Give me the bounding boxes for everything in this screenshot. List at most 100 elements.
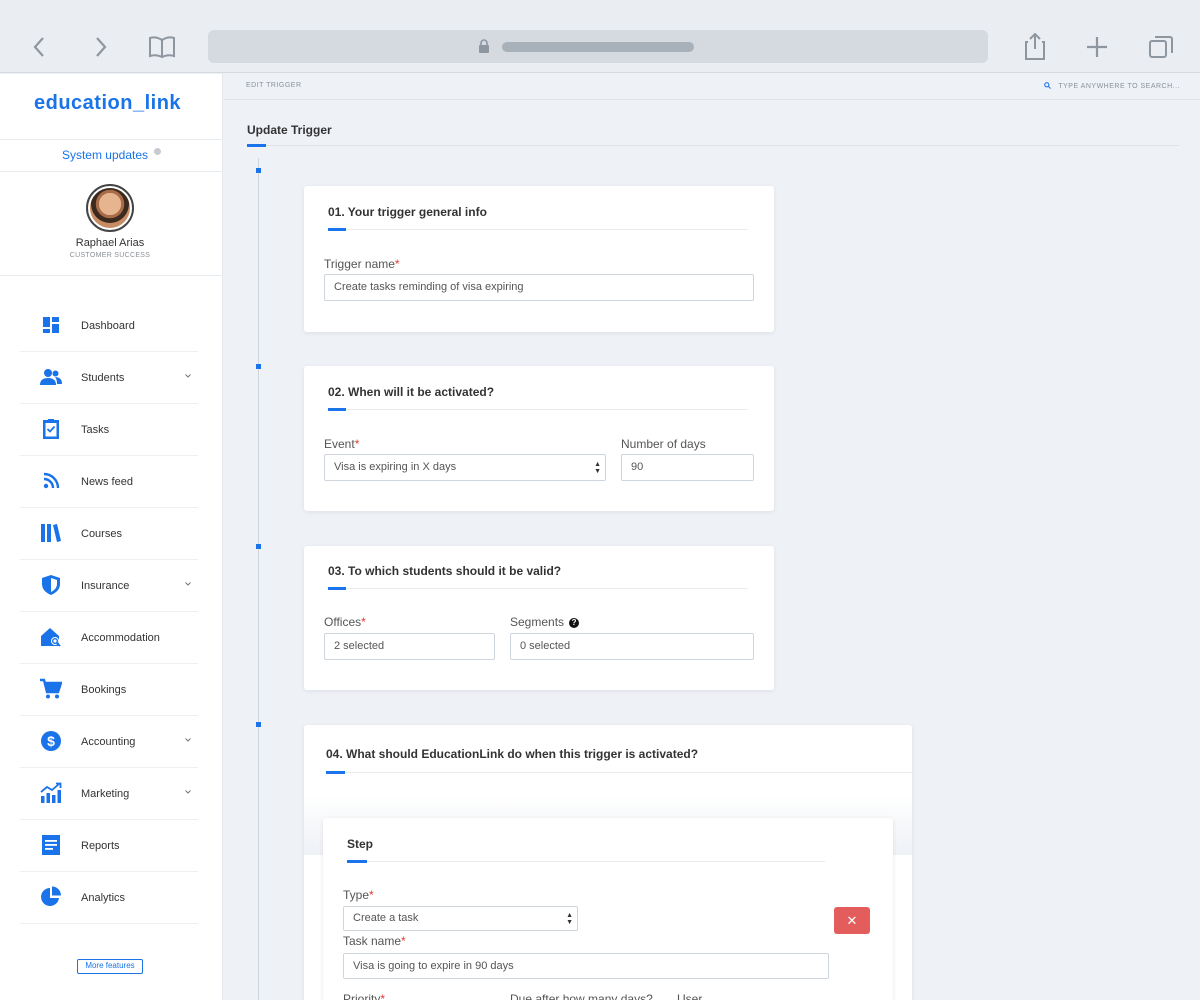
accommodation-icon — [41, 628, 61, 647]
sidebar-item-label: Tasks — [81, 423, 110, 436]
sidebar-item-label: Analytics — [81, 891, 126, 904]
tabs-icon[interactable] — [1144, 30, 1178, 64]
bookmarks-icon[interactable] — [145, 30, 179, 64]
sidebar-item-label: Bookings — [81, 683, 127, 696]
marketing-chart-icon — [40, 782, 62, 803]
segments-label: Segments? — [510, 615, 580, 629]
help-icon[interactable]: ? — [569, 618, 580, 628]
type-label: Type* — [343, 888, 374, 902]
search-placeholder: TYPE ANYWHERE TO SEARCH... — [1058, 83, 1180, 90]
sidebar-item-label: Insurance — [81, 579, 130, 592]
courses-icon — [41, 524, 61, 542]
section-general-info: 01. Your trigger general info Trigger na… — [304, 186, 774, 332]
global-search[interactable]: TYPE ANYWHERE TO SEARCH... — [1044, 82, 1180, 90]
new-tab-icon[interactable] — [1080, 30, 1114, 64]
sidebar-item-courses[interactable]: Courses — [20, 508, 198, 560]
more-features-button[interactable]: More features — [77, 959, 143, 974]
address-bar[interactable] — [208, 30, 988, 63]
top-bar: EDIT TRIGGER TYPE ANYWHERE TO SEARCH... — [224, 74, 1200, 100]
sidebar-item-accounting[interactable]: $ Accounting — [20, 716, 198, 768]
section-title: 03. To which students should it be valid… — [328, 564, 562, 578]
students-icon — [40, 369, 62, 385]
svg-text:$: $ — [47, 733, 55, 749]
sidebar-item-dashboard[interactable]: Dashboard — [20, 300, 198, 352]
sidebar-item-accommodation[interactable]: Accommodation — [20, 612, 198, 664]
avatar[interactable] — [86, 184, 134, 232]
divider — [0, 171, 223, 172]
app-logo[interactable]: education_link — [34, 92, 181, 115]
back-icon[interactable] — [22, 30, 56, 64]
close-icon: ✕ — [846, 913, 858, 928]
forward-icon[interactable] — [84, 30, 118, 64]
share-icon[interactable] — [1018, 30, 1052, 64]
section-accent-bar — [328, 408, 346, 411]
chevron-down-icon — [185, 738, 191, 742]
sidebar-item-label: Accommodation — [81, 631, 160, 644]
divider — [347, 861, 825, 862]
sidebar-item-news-feed[interactable]: News feed — [20, 456, 198, 508]
sidebar-item-label: Students — [81, 371, 125, 384]
sidebar-item-label: Accounting — [81, 735, 136, 748]
section-title: 02. When will it be activated? — [328, 385, 495, 399]
chevron-down-icon — [185, 790, 191, 794]
url-text — [502, 42, 694, 52]
trigger-name-input[interactable]: Create tasks reminding of visa expiring — [324, 274, 754, 301]
sidebar-item-label: Reports — [81, 839, 120, 852]
section-accent-bar — [328, 587, 346, 590]
number-of-days-label: Number of days — [621, 437, 706, 451]
news-feed-icon — [43, 472, 60, 489]
sidebar-item-bookings[interactable]: Bookings — [20, 664, 198, 716]
offices-label: Offices* — [324, 615, 366, 629]
task-name-label: Task name* — [343, 934, 406, 948]
step-accent-bar — [347, 860, 367, 863]
sidebar-item-insurance[interactable]: Insurance — [20, 560, 198, 612]
sidebar-item-reports[interactable]: Reports — [20, 820, 198, 872]
section-accent-bar — [328, 228, 346, 231]
sidebar-item-tasks[interactable]: Tasks — [20, 404, 198, 456]
event-label: Event* — [324, 437, 360, 451]
dashboard-icon — [43, 317, 59, 333]
sidebar-nav: Dashboard Students Tasks News feed Cours… — [20, 300, 198, 924]
user-label: User — [677, 992, 703, 1000]
cart-icon — [40, 678, 62, 699]
type-select[interactable]: Create a task ▲ ▼ — [343, 906, 578, 931]
sidebar: education_link System updates Raphael Ar… — [0, 74, 223, 1000]
number-of-days-input[interactable]: 90 — [621, 454, 754, 481]
task-name-input[interactable]: Visa is going to expire in 90 days — [343, 953, 829, 979]
divider — [328, 588, 748, 589]
due-days-label: Due after how many days? — [510, 992, 653, 1000]
step-card: Step Type* Create a task ▲ ▼ ✕ Task name* … — [323, 818, 893, 1000]
segments-select[interactable]: 0 selected — [510, 633, 754, 660]
divider — [247, 145, 1179, 146]
offices-select[interactable]: 2 selected — [324, 633, 495, 660]
system-updates-label: System updates — [61, 148, 149, 162]
timeline-marker — [256, 364, 261, 369]
step-title: Step — [347, 837, 374, 851]
sidebar-item-label: Marketing — [81, 787, 130, 800]
divider — [328, 229, 748, 230]
section-title: 04. What should EducationLink do when th… — [326, 747, 699, 761]
divider — [0, 139, 223, 140]
sidebar-item-label: Dashboard — [81, 319, 135, 332]
timeline-line — [258, 158, 259, 1000]
sidebar-item-analytics[interactable]: Analytics — [20, 872, 198, 924]
sidebar-item-marketing[interactable]: Marketing — [20, 768, 198, 820]
system-updates-link[interactable]: System updates — [0, 148, 223, 162]
sidebar-item-students[interactable]: Students — [20, 352, 198, 404]
status-dot — [154, 148, 162, 155]
delete-step-button[interactable]: ✕ — [834, 907, 870, 934]
browser-chrome — [0, 0, 1200, 73]
timeline-marker — [256, 168, 261, 173]
section-actions: 04. What should EducationLink do when th… — [304, 725, 912, 1000]
event-select[interactable]: Visa is expiring in X days ▲ ▼ — [324, 454, 606, 481]
insurance-icon — [42, 575, 60, 595]
lock-icon — [479, 39, 489, 53]
breadcrumb: EDIT TRIGGER — [246, 82, 302, 89]
user-role: CUSTOMER SUCCESS — [69, 252, 151, 259]
timeline-marker — [256, 544, 261, 549]
priority-label: Priority* — [343, 992, 386, 1000]
divider — [326, 772, 912, 773]
search-icon — [1044, 82, 1052, 89]
chevron-down-icon — [185, 374, 191, 378]
reports-icon — [42, 835, 60, 855]
